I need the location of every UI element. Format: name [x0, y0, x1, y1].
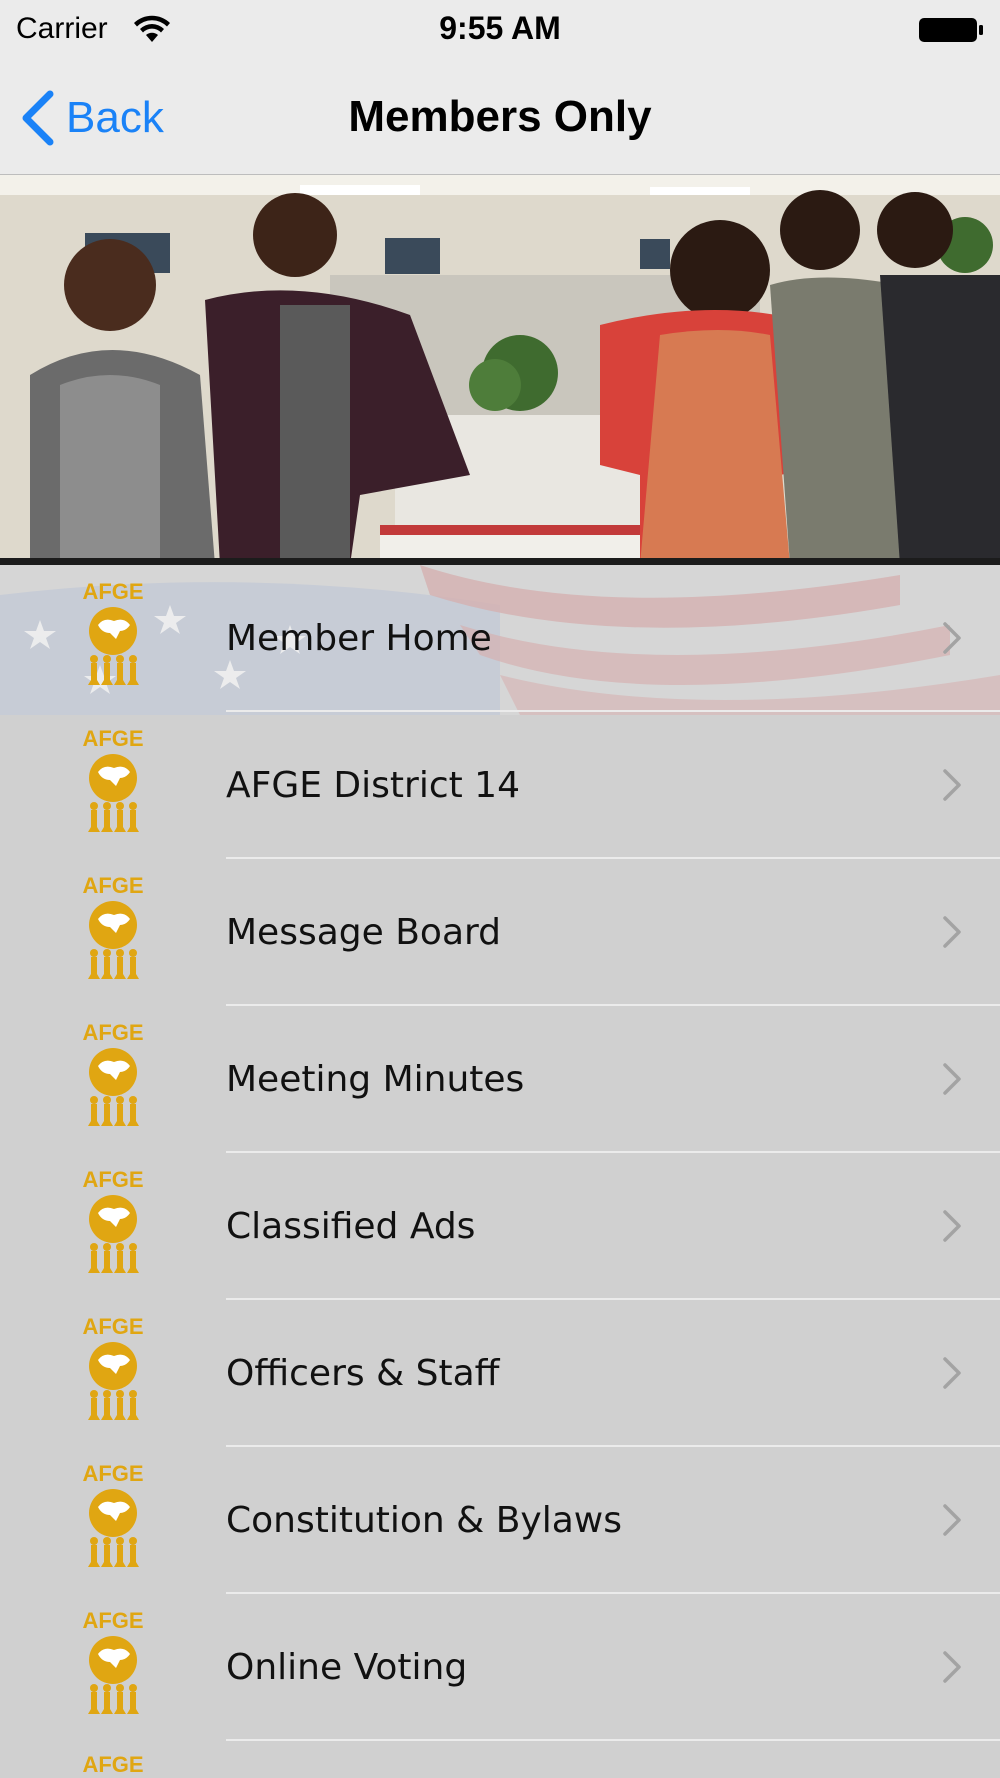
status-bar: Carrier 9:55 AM: [0, 0, 1000, 62]
menu-item-label: Online Voting: [226, 1647, 468, 1688]
svg-text:AFGE: AFGE: [82, 1167, 143, 1192]
battery-icon: [919, 18, 983, 42]
menu-item-label: Officers & Staff: [226, 1353, 500, 1394]
afge-logo-icon: AFGE: [82, 873, 144, 979]
menu-list: AFGE Member Home AFGE AFGE District 14 A…: [0, 565, 1000, 1741]
afge-logo-icon: AFGE: [82, 1461, 144, 1567]
svg-text:AFGE: AFGE: [82, 1314, 143, 1339]
svg-text:AFGE: AFGE: [82, 579, 143, 604]
svg-text:AFGE: AFGE: [82, 726, 143, 751]
menu-item-label: Classified Ads: [226, 1206, 476, 1247]
menu-item-label: Meeting Minutes: [226, 1059, 525, 1100]
chevron-right-icon: [943, 1063, 961, 1095]
menu-item-constitution-bylaws[interactable]: AFGE Constitution & Bylaws: [0, 1447, 1000, 1594]
clock: 9:55 AM: [439, 10, 561, 46]
chevron-right-icon: [943, 1210, 961, 1242]
afge-logo-icon: AFGE: [82, 1314, 144, 1420]
menu-item-meeting-minutes[interactable]: AFGE Meeting Minutes: [0, 1006, 1000, 1153]
svg-text:AFGE: AFGE: [82, 1020, 143, 1045]
chevron-right-icon: [943, 769, 961, 801]
svg-text:AFGE: AFGE: [82, 1608, 143, 1633]
menu-item-message-board[interactable]: AFGE Message Board: [0, 859, 1000, 1006]
menu-item-label: Message Board: [226, 912, 502, 953]
page-title: Members Only: [348, 92, 652, 141]
chevron-right-icon: [943, 622, 961, 654]
afge-logo-icon: AFGE: [82, 1167, 144, 1273]
menu-item-officers-staff[interactable]: AFGE Officers & Staff: [0, 1300, 1000, 1447]
afge-logo-icon: AFGE: [82, 726, 144, 832]
menu-item-label: Member Home: [226, 618, 492, 659]
afge-logo-icon: AFGE: [82, 1020, 144, 1126]
afge-logo-icon: AFGE: [82, 1608, 144, 1714]
svg-text:AFGE: AFGE: [82, 1461, 143, 1486]
menu-item-classified-ads[interactable]: AFGE Classified Ads: [0, 1153, 1000, 1300]
chevron-right-icon: [943, 916, 961, 948]
divider: [226, 1739, 1000, 1741]
svg-text:AFGE: AFGE: [82, 1752, 143, 1777]
menu-item-label: AFGE District 14: [226, 765, 520, 806]
hero-photo: [0, 175, 1000, 565]
navigation-bar: Back Members Only: [0, 62, 1000, 175]
chevron-right-icon: [943, 1651, 961, 1683]
menu-item-label: Constitution & Bylaws: [226, 1500, 622, 1541]
chevron-right-icon: [943, 1504, 961, 1536]
menu-item-online-voting[interactable]: AFGE Online Voting: [0, 1594, 1000, 1741]
svg-text:AFGE: AFGE: [82, 873, 143, 898]
afge-logo-icon: AFGE: [82, 579, 144, 685]
menu-item-member-home[interactable]: AFGE Member Home: [0, 565, 1000, 712]
afge-logo-icon: AFGE: [82, 1752, 143, 1777]
menu-item-afge-district-14[interactable]: AFGE AFGE District 14: [0, 712, 1000, 859]
chevron-right-icon: [943, 1357, 961, 1389]
